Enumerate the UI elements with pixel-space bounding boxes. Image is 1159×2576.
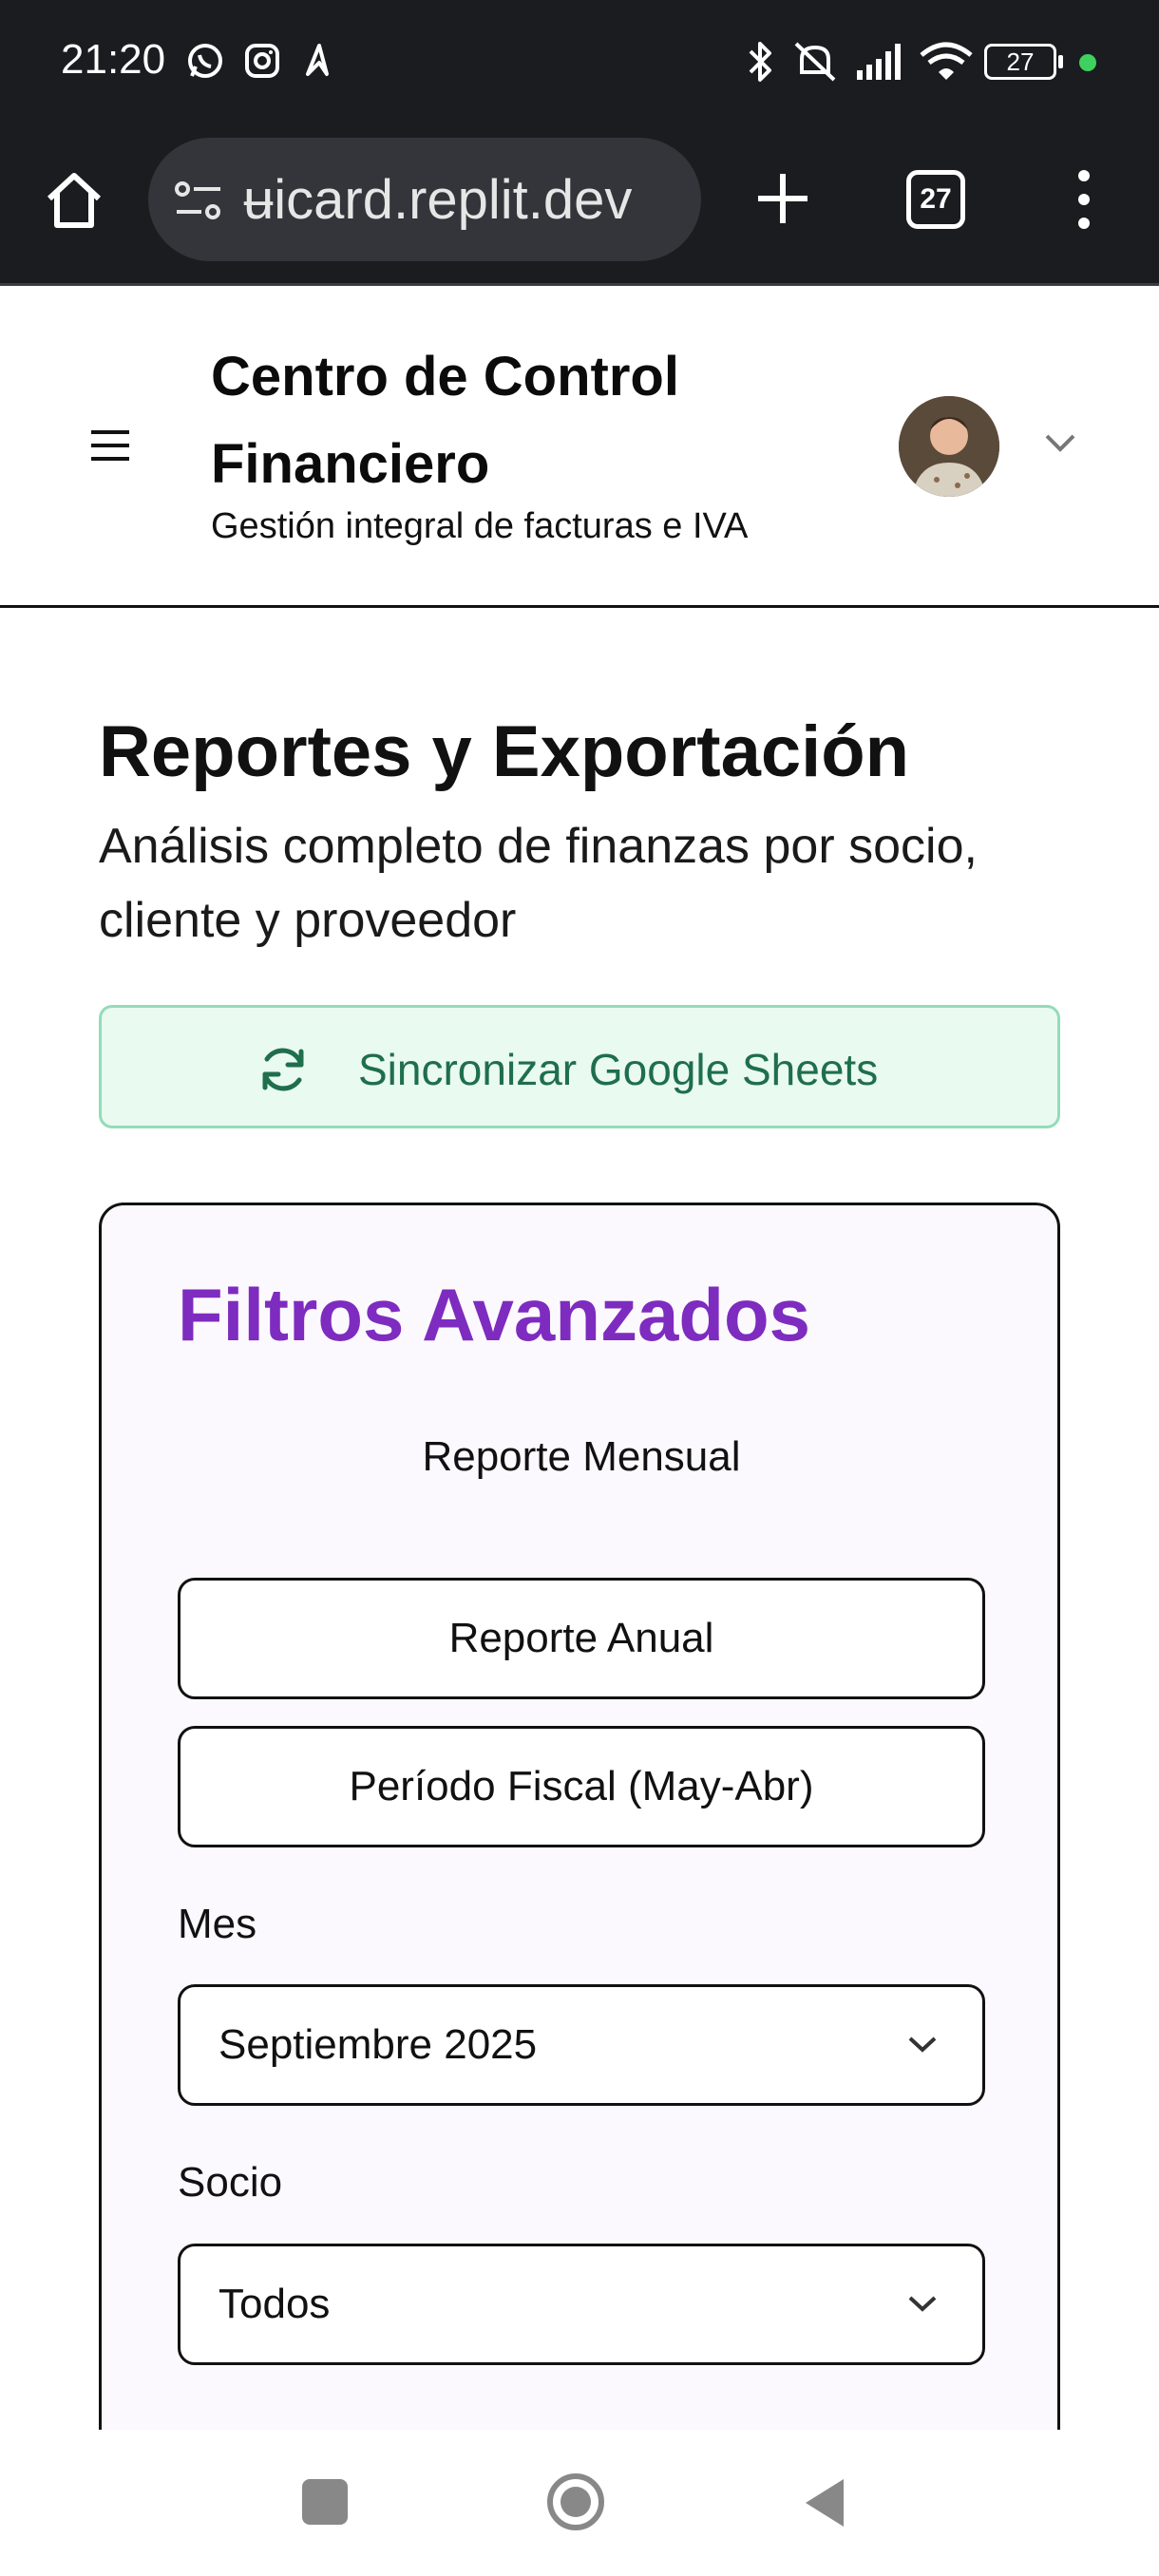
signal-icon — [857, 44, 901, 80]
status-bar: 21:20 27 — [0, 0, 1159, 128]
browser-toolbar: ʉicard.replit.dev 27 — [0, 128, 1159, 286]
wifi-icon — [920, 42, 973, 80]
month-label: Mes — [178, 1901, 257, 1947]
sync-button-label: Sincronizar Google Sheets — [358, 1045, 879, 1094]
app-header: Centro de Control Financiero Gestión int… — [0, 286, 1159, 608]
site-settings-icon[interactable] — [173, 180, 226, 221]
app-title: Centro de Control Financiero — [211, 346, 679, 495]
chevron-down-icon — [908, 2296, 937, 2312]
page-title: Reportes y Exportación — [99, 711, 910, 792]
url-text[interactable]: ʉicard.replit.dev — [243, 170, 690, 231]
page-subtitle: Análisis completo de finanzas por socio,… — [99, 819, 978, 948]
battery-level: 27 — [984, 44, 1056, 80]
partner-label: Socio — [178, 2159, 283, 2206]
new-tab-icon[interactable] — [750, 166, 815, 231]
url-bar[interactable]: ʉicard.replit.dev — [148, 138, 701, 261]
filters-card: Filtros Avanzados Reporte Mensual Report… — [99, 1203, 1060, 2576]
fiscal-period-button[interactable]: Período Fiscal (May-Abr) — [178, 1726, 985, 1847]
avatar[interactable] — [899, 396, 999, 497]
status-time: 21:20 — [61, 36, 166, 83]
partner-select[interactable]: Todos — [178, 2244, 985, 2365]
instagram-icon — [245, 44, 279, 78]
app-subtitle: Gestión integral de facturas e IVA — [211, 506, 749, 546]
app-icon — [306, 44, 329, 76]
system-nav-bar — [0, 2430, 1159, 2576]
partner-select-value: Todos — [218, 2281, 331, 2327]
home-icon[interactable] — [42, 168, 106, 233]
report-annual-button[interactable]: Reporte Anual — [178, 1578, 985, 1699]
chevron-down-icon[interactable] — [1041, 428, 1079, 457]
month-select[interactable]: Septiembre 2025 — [178, 1984, 985, 2106]
chevron-down-icon — [908, 2036, 937, 2053]
more-menu-icon[interactable] — [1070, 166, 1098, 233]
sync-google-sheets-button[interactable]: Sincronizar Google Sheets — [99, 1005, 1060, 1128]
home-button-icon[interactable] — [545, 2472, 606, 2532]
battery-icon: 27 — [984, 38, 1064, 85]
bluetooth-icon — [749, 42, 771, 82]
filters-title: Filtros Avanzados — [178, 1273, 811, 1356]
month-select-value: Septiembre 2025 — [218, 2021, 538, 2068]
recent-apps-icon[interactable] — [302, 2479, 348, 2525]
whatsapp-icon — [188, 44, 222, 78]
hamburger-menu-icon[interactable] — [91, 428, 129, 463]
refresh-icon — [262, 1048, 304, 1091]
tab-switcher-button[interactable]: 27 — [906, 170, 965, 229]
privacy-dot — [1079, 54, 1096, 71]
mute-icon — [794, 42, 836, 82]
avatar-image — [899, 396, 999, 497]
report-monthly-option[interactable]: Reporte Mensual — [178, 1405, 985, 1509]
back-icon[interactable] — [800, 2475, 847, 2530]
